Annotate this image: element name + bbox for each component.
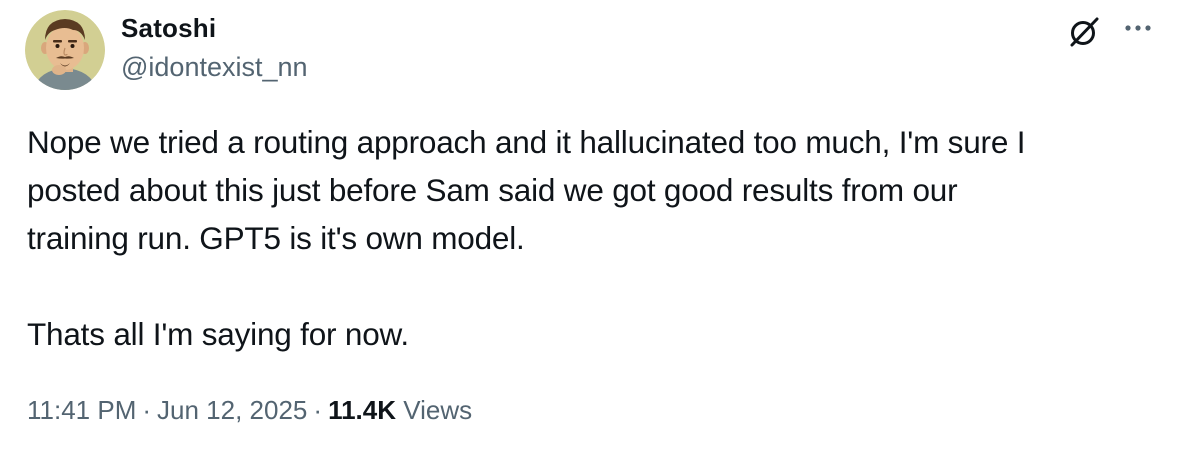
author-display-name[interactable]: Satoshi: [121, 13, 216, 44]
cartoon-avatar-icon: [25, 10, 105, 90]
tweet-text-line: Nope we tried a routing approach and it …: [27, 124, 1026, 160]
separator-dot: ·: [142, 395, 152, 425]
tweet-time[interactable]: 11:41 PM: [27, 395, 136, 425]
tweet-text: Nope we tried a routing approach and it …: [27, 118, 1167, 358]
tweet-date[interactable]: Jun 12, 2025: [157, 395, 307, 425]
tweet-metadata: 11:41 PM · Jun 12, 2025 · 11.4K Views: [27, 395, 472, 426]
tweet-text-line: Thats all I'm saying for now.: [27, 316, 409, 352]
avatar[interactable]: [25, 10, 105, 90]
more-horizontal-icon: [1125, 25, 1151, 31]
grok-icon: [1070, 17, 1099, 47]
author-handle[interactable]: @idontexist_nn: [121, 52, 308, 83]
separator-dot: ·: [313, 395, 323, 425]
views-count[interactable]: 11.4K: [328, 395, 396, 425]
tweet-text-line: posted about this just before Sam said w…: [27, 172, 958, 208]
tweet-text-line: training run. GPT5 is it's own model.: [27, 220, 525, 256]
views-label: Views: [403, 395, 473, 425]
tweet-card: Satoshi @idontexist_nn Nope we tried a r…: [0, 0, 1190, 462]
more-options-button[interactable]: [1120, 16, 1156, 44]
grok-button[interactable]: [1064, 12, 1104, 52]
